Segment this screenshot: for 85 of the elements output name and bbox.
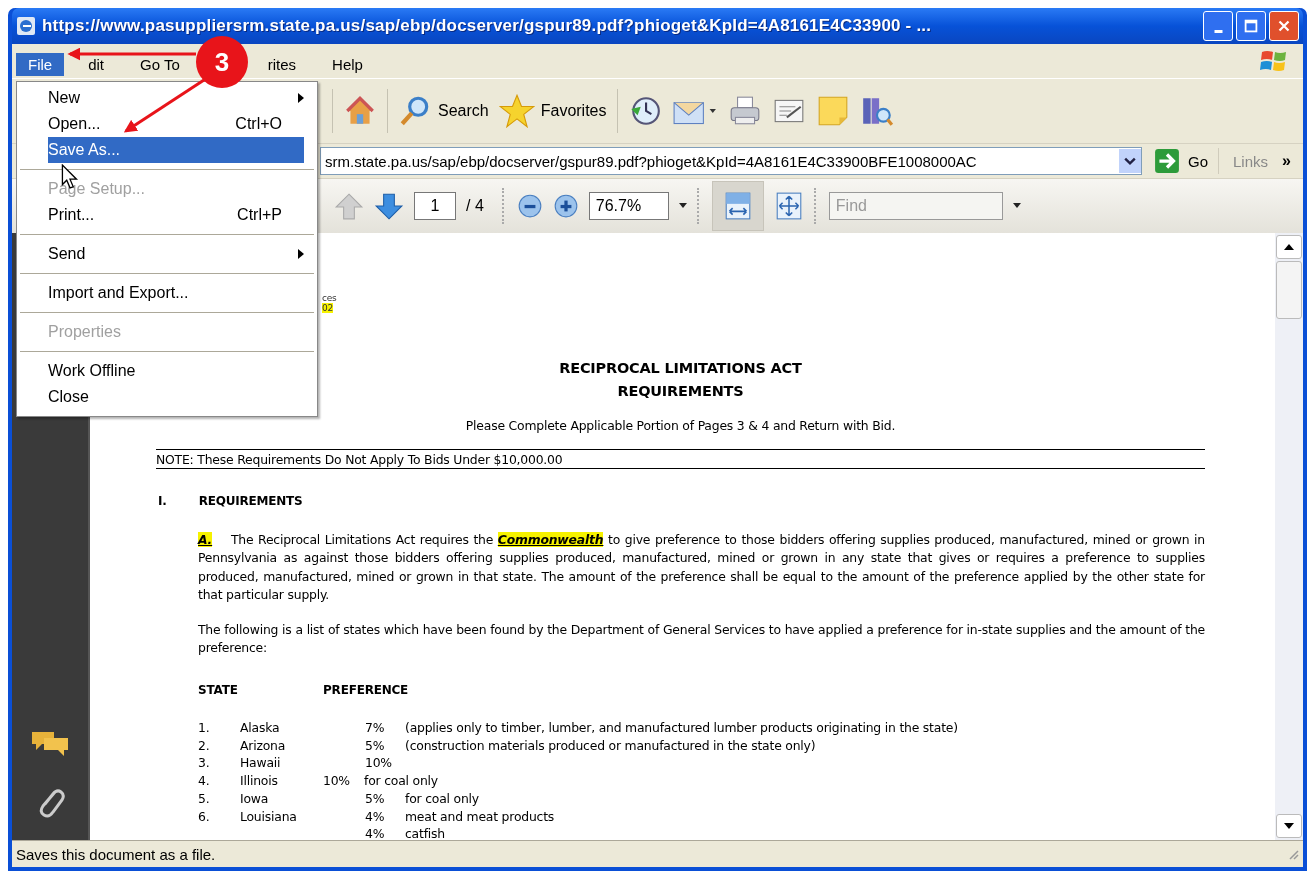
menu-item[interactable]: rites: [265, 52, 309, 76]
browser-icon: [16, 16, 36, 36]
maximize-button[interactable]: [1236, 11, 1266, 41]
menu-item[interactable]: New: [20, 85, 314, 111]
comments-icon[interactable]: [30, 730, 70, 758]
note: NOTE: These Requirements Do Not Apply To Bids Under $10,000.00: [156, 448, 1205, 469]
menu-item[interactable]: Close: [20, 384, 314, 410]
list-number: 2.: [198, 737, 210, 753]
menu-item[interactable]: Save As...: [20, 137, 314, 170]
state-name: Arizona: [240, 737, 286, 753]
section-number: I.: [157, 493, 167, 510]
menu-item[interactable]: Send: [20, 241, 314, 274]
window-title: https://www.pasuppliersrm.state.pa.us/sap/ebp/docserver/gspur89.pdf?phioget&KpId=4A8161E4C33900 - ...: [42, 16, 932, 36]
state-name: Hawaii: [240, 755, 281, 771]
go-button[interactable]: Go: [1150, 148, 1219, 174]
page-count: / 4: [466, 197, 484, 215]
find-field[interactable]: Find: [828, 192, 1003, 220]
menu-item[interactable]: Print... Ctrl+P: [20, 202, 314, 235]
menu-item[interactable]: Help: [320, 52, 375, 76]
list-number: 6.: [198, 808, 210, 824]
star-icon: [498, 93, 535, 129]
address-field[interactable]: srm.state.pa.us/sap/ebp/docserver/gspur89.pdf?phioget&KpId=4A8161E4C33900BFE1008000AC: [320, 147, 1142, 175]
menu-item[interactable]: Work Offline: [20, 358, 314, 384]
zoom-in-icon[interactable]: [552, 193, 579, 219]
list-number: 5.: [198, 790, 210, 806]
search-button[interactable]: Search: [396, 92, 491, 130]
column-header: STATE: [198, 681, 239, 699]
maximize-icon: [1242, 17, 1260, 35]
menu-item[interactable]: File: [16, 52, 65, 76]
more-button[interactable]: »: [1282, 152, 1291, 170]
caret-icon[interactable]: [1012, 203, 1021, 209]
state-name: Alaska: [240, 720, 280, 735]
preference-note: (construction materials produced or manufactured in the state only): [405, 736, 816, 755]
dropdown-icon[interactable]: [1119, 149, 1141, 173]
state-name: Illinois: [240, 773, 278, 789]
section-heading: REQUIREMENTS: [198, 493, 303, 510]
document-title: REQUIREMENTS: [617, 382, 744, 401]
fit-width-button[interactable]: [711, 181, 764, 231]
preference-percent: 5%: [365, 789, 386, 808]
scroll-up-icon[interactable]: [1284, 244, 1294, 250]
menu-item[interactable]: Import and Export...: [20, 280, 314, 313]
caret-icon[interactable]: [678, 203, 687, 209]
state-name: Louisiana: [240, 808, 297, 824]
preference-percent: 10%: [365, 754, 393, 773]
status-text: Saves this document as a file.: [16, 845, 216, 863]
zoom-field[interactable]: 76.7%: [588, 192, 669, 220]
preference-note: (applies only to timber, lumber, and manufactured lumber products originating in the state): [405, 719, 958, 737]
scroll-down-icon[interactable]: [1284, 823, 1294, 829]
paragraph: The following is a list of states which have been found by the Department of General Services to have applied a preference for in-state supplies and the amount of the preference:: [198, 620, 1205, 657]
preference-note: meat and meat products: [405, 807, 555, 826]
scroll-thumb[interactable]: [1276, 261, 1302, 319]
menu-item[interactable]: dit: [76, 52, 116, 76]
submenu-arrow-icon: [298, 93, 304, 103]
preference-note: for coal only: [405, 789, 479, 808]
zoom-out-icon[interactable]: [516, 193, 543, 219]
state-name: Iowa: [240, 790, 269, 806]
list-number: 1.: [198, 720, 210, 735]
list-number: 3.: [198, 755, 210, 771]
minimize-icon: [1213, 29, 1223, 33]
preference-note: catfish: [405, 825, 445, 840]
favorites-button[interactable]: Favorites: [496, 91, 609, 131]
minimize-button[interactable]: [1203, 11, 1233, 41]
preference-percent: 10%: [323, 772, 351, 790]
page-number-field[interactable]: 1: [414, 192, 456, 220]
menu-item[interactable]: Open... Ctrl+O: [20, 111, 314, 137]
document-title: RECIPROCAL LIMITATIONS ACT: [559, 359, 802, 378]
resize-grip-icon: [1287, 848, 1299, 860]
next-page-icon[interactable]: [374, 191, 404, 221]
step-badge: 3: [196, 36, 248, 88]
vertical-scrollbar[interactable]: [1275, 233, 1303, 840]
column-header: PREFERENCE: [323, 681, 409, 699]
list-number: 4.: [198, 773, 210, 789]
preference-note: for coal only: [364, 772, 438, 790]
preference-percent: 7%: [365, 719, 386, 737]
preference-percent: 5%: [365, 736, 386, 755]
paragraph: A. The Reciprocal Limitations Act requires the Commonwealth to give preference to those bidders offering supplies produced, manufactured, mined or grown in Pennsylvania as against those bidders offering supplies produced, manufactured, mined or grown in any state that gives or requires a preference to supplies produced, manufactured, mined or grown in that state. The amount of the preference shall be equal to the amount of the preference applied by the other state for that particular supply.: [198, 530, 1205, 604]
preference-percent: 4%: [365, 825, 386, 840]
subtitle: Please Complete Applicable Portion of Pages 3 & 4 and Return with Bid.: [464, 417, 897, 435]
text-fragment: 02: [322, 303, 334, 313]
menu-item[interactable]: Go To: [128, 52, 192, 76]
preference-percent: 4%: [365, 807, 386, 826]
windows-logo-icon: [1259, 48, 1289, 74]
submenu-arrow-icon: [298, 249, 304, 259]
close-button[interactable]: [1269, 11, 1299, 41]
text-fragment: ces: [322, 293, 337, 303]
